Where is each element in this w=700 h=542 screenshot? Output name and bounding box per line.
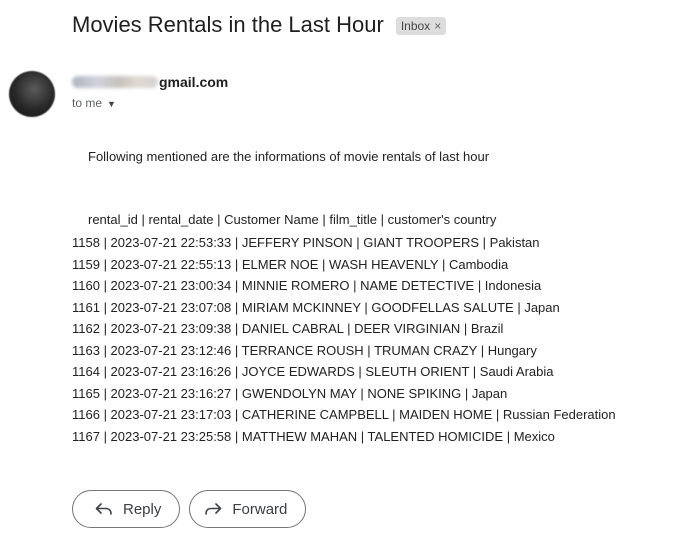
sender-name-redacted <box>72 76 158 88</box>
recipient-label: to me <box>72 96 103 110</box>
email-intro: Following mentioned are the informations… <box>88 149 490 164</box>
inbox-label-text: Inbox <box>400 19 431 33</box>
email-subject: Movies Rentals in the Last Hour <box>72 12 384 37</box>
inbox-label-chip[interactable]: Inbox × <box>395 17 447 35</box>
rental-rows: 1158 | 2023-07-21 22:53:33 | JEFFERY PIN… <box>72 232 692 447</box>
reply-arrow-icon <box>95 502 113 516</box>
rental-row: 1158 | 2023-07-21 22:53:33 | JEFFERY PIN… <box>72 235 540 250</box>
sender-email: gmail.com <box>159 74 229 90</box>
subject-row: Movies Rentals in the Last Hour Inbox × <box>72 10 447 40</box>
rental-row: 1160 | 2023-07-21 23:00:34 | MINNIE ROME… <box>72 278 542 293</box>
forward-button[interactable]: Forward <box>189 490 307 528</box>
rental-row: 1162 | 2023-07-21 23:09:38 | DANIEL CABR… <box>72 321 504 336</box>
forward-arrow-icon <box>204 502 222 516</box>
table-header: rental_id | rental_date | Customer Name … <box>88 212 497 227</box>
rental-row: 1159 | 2023-07-21 22:55:13 | ELMER NOE |… <box>72 256 509 272</box>
message-actions: Reply Forward <box>72 490 307 528</box>
rental-row: 1167 | 2023-07-21 23:25:58 | MATTHEW MAH… <box>72 428 555 444</box>
remove-label-icon[interactable]: × <box>434 20 441 32</box>
rental-row: 1161 | 2023-07-21 23:07:08 | MIRIAM MCKI… <box>72 299 560 315</box>
reply-button[interactable]: Reply <box>72 490 181 528</box>
email-view: Movies Rentals in the Last Hour Inbox × … <box>0 0 700 542</box>
forward-label: Forward <box>232 500 288 518</box>
sender-row: gmail.com <box>72 74 228 90</box>
rental-row: 1164 | 2023-07-21 23:16:26 | JOYCE EDWAR… <box>72 364 554 379</box>
rental-row: 1166 | 2023-07-21 23:17:03 | CATHERINE C… <box>72 407 616 422</box>
caret-down-icon[interactable]: ▼ <box>107 98 116 110</box>
rental-row: 1163 | 2023-07-21 23:12:46 | TERRANCE RO… <box>72 342 537 358</box>
sender-avatar[interactable] <box>9 71 55 117</box>
email-body: Following mentioned are the informations… <box>72 148 692 447</box>
rental-row: 1165 | 2023-07-21 23:16:27 | GWENDOLYN M… <box>72 385 508 401</box>
reply-label: Reply <box>123 500 162 518</box>
recipient-details-toggle[interactable]: to me ▼ <box>72 96 116 110</box>
